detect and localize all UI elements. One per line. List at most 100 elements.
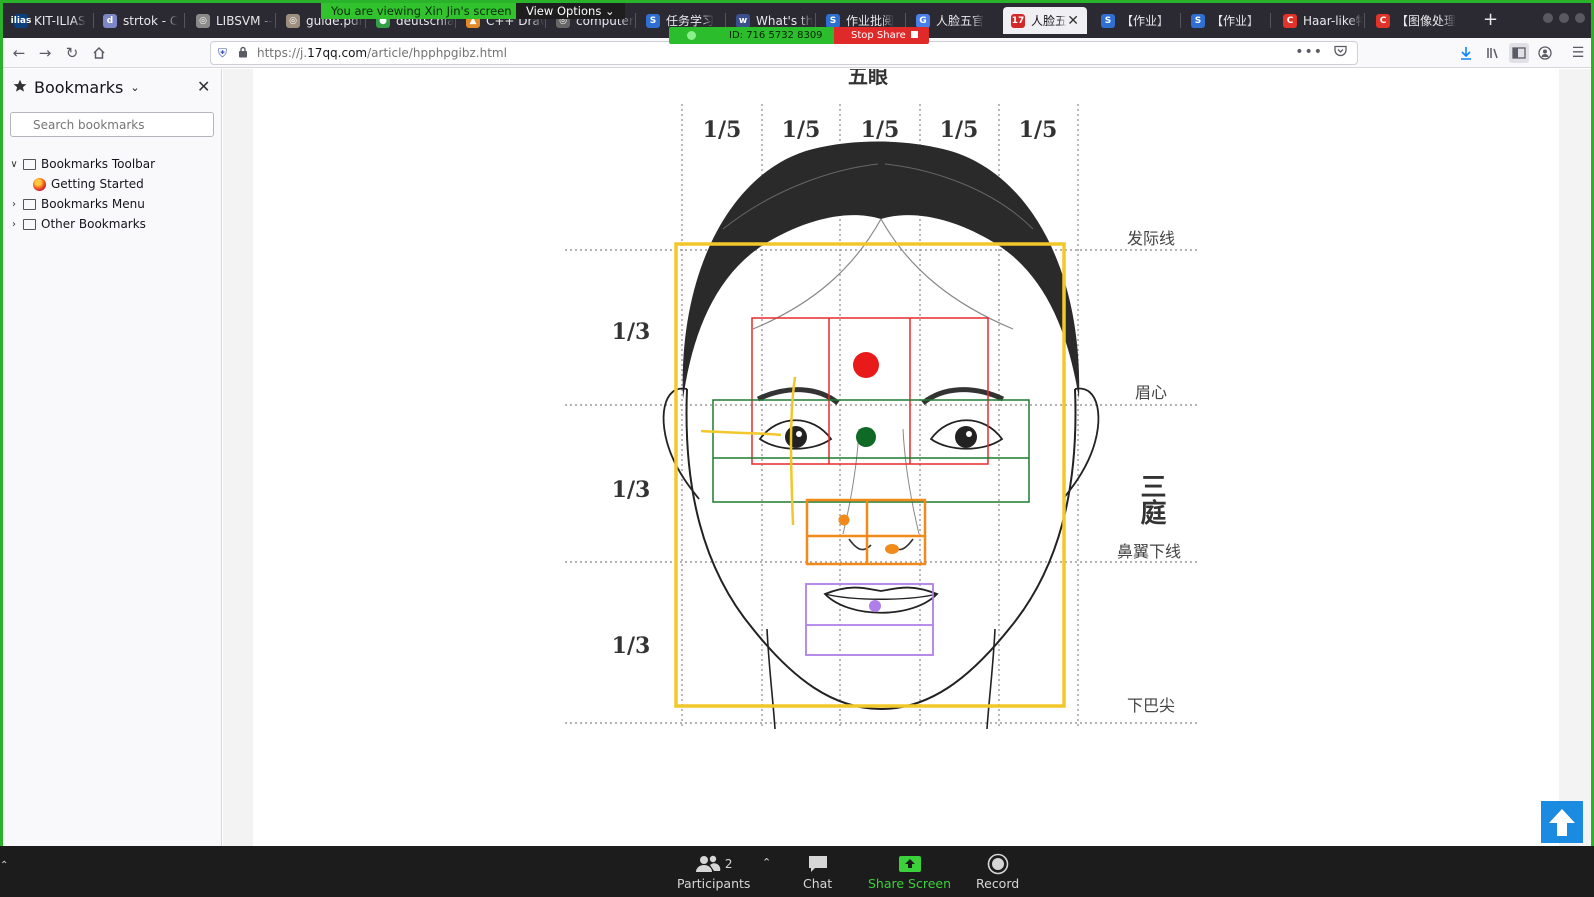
reload-icon[interactable]: ↻ (61, 42, 83, 64)
view-options-label: View Options (526, 4, 602, 18)
participants-button[interactable]: 2 Participants (677, 852, 750, 891)
browser-tab[interactable]: d strtok - C (95, 7, 183, 34)
tab-label: Haar-like特 (1303, 14, 1363, 28)
tab-separator (725, 13, 726, 28)
eye-region-box (712, 399, 1030, 503)
forward-arrow-icon[interactable]: → (34, 42, 56, 64)
library-icon[interactable] (1483, 43, 1503, 63)
tab-separator (1364, 13, 1365, 28)
url-text: https://j.17qq.com/article/hpphpgibz.htm… (257, 46, 507, 60)
stop-share-label: Stop Share (851, 30, 906, 41)
meeting-id-text: ID: 716 5732 8309 (729, 30, 823, 41)
window-controls (1543, 13, 1585, 23)
toolbar-folder-icon (23, 158, 36, 170)
page-right-margin (1559, 69, 1591, 854)
share-screen-label: Share Screen (868, 876, 952, 891)
bookmark-tree-item[interactable]: Getting Started (33, 174, 144, 194)
sidebar-toggle-icon[interactable] (1509, 43, 1529, 63)
account-icon[interactable] (1535, 43, 1555, 63)
arrow-up-icon (1549, 809, 1575, 836)
fifth-label-3: 1/5 (861, 117, 900, 143)
tracking-shield-icon[interactable]: ⛨ (218, 46, 227, 61)
close-icon[interactable]: ✕ (197, 77, 210, 96)
browser-tab[interactable]: S 【作业】 (1093, 7, 1179, 34)
close-window-icon[interactable] (1575, 13, 1585, 23)
fifth-label-1: 1/5 (703, 117, 742, 143)
s-icon: S (646, 13, 660, 28)
tab-label: KIT-ILIAS (34, 13, 86, 28)
bookmark-tree-item[interactable]: › Bookmarks Menu (5, 194, 145, 214)
bookmark-label: Bookmarks Menu (41, 197, 145, 211)
tab-separator (184, 13, 185, 28)
record-label: Record (976, 876, 1020, 891)
csdn-icon: C (1376, 13, 1390, 28)
downloads-icon[interactable] (1456, 43, 1476, 63)
tab-label: strtok - C (123, 13, 179, 28)
chevron-right-icon[interactable]: › (5, 199, 23, 210)
chat-label: Chat (803, 876, 833, 891)
stop-share-button[interactable]: Stop Share (834, 27, 929, 44)
page-actions-menu-icon[interactable]: ••• (1295, 44, 1323, 60)
bookmark-tree-item[interactable]: ∨ Bookmarks Toolbar (5, 154, 155, 174)
shared-screen-frame: ilias KIT-ILIAS d strtok - C ◎ LIBSVM -- ◎ guid… (0, 0, 1594, 897)
home-icon[interactable] (88, 42, 110, 64)
record-button[interactable]: Record (976, 852, 1019, 891)
viewing-screen-banner: You are viewing Xin Jin's screen (321, 3, 522, 19)
close-tab-icon[interactable]: ✕ (1067, 13, 1079, 29)
bookmark-label: Bookmarks Toolbar (41, 157, 156, 171)
google-icon: G (916, 13, 930, 28)
forehead-center-marker (853, 352, 879, 378)
participants-options-caret-icon[interactable]: ⌃ (762, 856, 771, 869)
chevron-up-icon[interactable]: ⌃ (0, 860, 8, 871)
browser-tab[interactable]: C Haar-like特 (1275, 7, 1363, 34)
tab-label: What's th (756, 13, 814, 28)
s-icon: S (1191, 13, 1205, 28)
browser-tab[interactable]: ◎ LIBSVM -- (188, 7, 274, 34)
chat-bubble-icon (807, 852, 829, 876)
tab-label: 【作业】 (1121, 14, 1170, 28)
tab-separator (815, 13, 816, 28)
view-options-button[interactable]: View Options ⌄ (516, 3, 625, 19)
new-tab-button[interactable]: + (1483, 9, 1498, 30)
chevron-down-icon[interactable]: ∨ (5, 159, 23, 170)
share-screen-button[interactable]: Share Screen (868, 852, 951, 891)
scroll-to-top-button[interactable] (1541, 801, 1583, 843)
zoom-meeting-toolbar: ⌃ 2 Participants ⌃ Chat Share Screen Rec… (0, 846, 1594, 897)
face-illustration (662, 141, 1100, 730)
firefox-icon (33, 177, 46, 191)
star-icon (13, 78, 27, 97)
ilias-icon: ilias (10, 13, 32, 28)
pocket-icon[interactable] (1334, 45, 1347, 60)
folder-icon (23, 218, 36, 230)
menu-folder-icon (23, 198, 36, 210)
brow-center-label: 眉心 (1135, 383, 1167, 402)
five-eyes-three-courts-face-diagram: 五眼 1/5 1/5 1/5 1/5 1/5 1/3 1/3 1/3 发际线 眉… (565, 69, 1198, 730)
maximize-icon[interactable] (1559, 13, 1569, 23)
tab-label: 【作业】 (1211, 14, 1260, 28)
tab-label: 人脸五官 (936, 14, 985, 28)
minimize-icon[interactable] (1543, 13, 1553, 23)
third-label-1: 1/3 (612, 319, 651, 345)
discord-icon: d (103, 13, 117, 28)
hairline-label: 发际线 (1127, 229, 1175, 248)
fifth-label-2: 1/5 (782, 117, 821, 143)
bookmark-tree-item[interactable]: › Other Bookmarks (5, 214, 146, 234)
three-courts-label: 三庭 (1136, 473, 1166, 526)
back-arrow-icon[interactable]: ← (8, 42, 30, 64)
tab-separator (275, 13, 276, 28)
chevron-right-icon[interactable]: › (5, 219, 23, 230)
share-screen-icon (898, 852, 922, 876)
record-icon (987, 852, 1009, 876)
browser-tab[interactable]: 17 人脸五 ✕ (1003, 7, 1087, 34)
chat-button[interactable]: Chat (803, 852, 832, 891)
ilias-icon: w (736, 13, 750, 28)
browser-tab[interactable]: S 【作业】 (1183, 7, 1269, 34)
sidebar-header[interactable]: Bookmarks ⌄ (13, 78, 140, 97)
diagram-heading: 五眼 (848, 69, 888, 88)
browser-tab[interactable]: ilias KIT-ILIAS (6, 7, 92, 34)
browser-tab[interactable]: C 【图像处理 (1368, 7, 1464, 34)
url-bar[interactable]: ⛨ https://j.17qq.com/article/hpphpgibz.h… (210, 41, 1358, 65)
search-bookmarks-input[interactable] (10, 112, 214, 137)
hamburger-menu-icon[interactable]: ☰ (1568, 43, 1588, 63)
lock-icon[interactable] (238, 46, 248, 61)
